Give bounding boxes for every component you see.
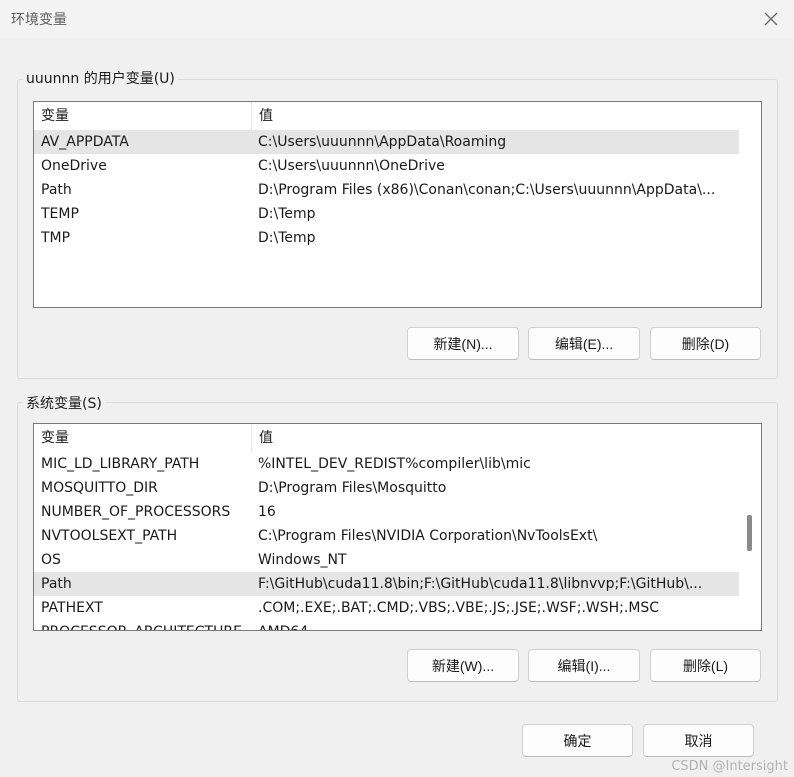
variable-name-cell: Path [41, 182, 72, 198]
variable-name-cell: NUMBER_OF_PROCESSORS [41, 504, 231, 520]
ok-button[interactable]: 确定 [522, 724, 633, 757]
variable-name-cell: OneDrive [41, 158, 107, 174]
variable-value-cell: Windows_NT [258, 552, 347, 568]
variable-value-cell: F:\GitHub\cuda11.8\bin;F:\GitHub\cuda11.… [258, 576, 703, 592]
title-bar: 环境变量 [0, 0, 794, 38]
variable-name-cell: OS [41, 552, 61, 568]
table-row[interactable]: Path F:\GitHub\cuda11.8\bin;F:\GitHub\cud… [34, 572, 739, 596]
variable-value-cell: C:\Program Files\NVIDIA Corporation\NvTo… [258, 528, 598, 544]
system-variables-legend: 系统变量(S) [23, 393, 105, 413]
system-delete-button[interactable]: 删除(L) [650, 649, 761, 682]
system-variables-list[interactable]: 变量 值 MIC_LD_LIBRARY_PATH %INTEL_DEV_REDIS… [33, 423, 762, 631]
system-new-button[interactable]: 新建(W)... [407, 649, 519, 682]
variable-name-cell: MIC_LD_LIBRARY_PATH [41, 456, 200, 472]
user-list-header: 变量 值 [34, 102, 761, 130]
variable-name-cell: TEMP [41, 206, 79, 222]
user-variables-legend: uuunnn 的用户变量(U) [23, 68, 178, 88]
close-icon [764, 12, 778, 26]
table-row[interactable]: TEMP D:\Temp [34, 202, 739, 226]
user-edit-button[interactable]: 编辑(E)... [528, 327, 640, 360]
column-header-variable[interactable]: 变量 [34, 102, 252, 130]
variable-value-cell: D:\Program Files\Mosquitto [258, 480, 447, 496]
table-row[interactable]: PATHEXT .COM;.EXE;.BAT;.CMD;.VBS;.VBE;.JS… [34, 596, 739, 620]
cancel-button[interactable]: 取消 [643, 724, 754, 757]
table-row[interactable]: NVTOOLSEXT_PATH C:\Program Files\NVIDIA C… [34, 524, 739, 548]
variable-name-cell: Path [41, 576, 72, 592]
variable-value-cell: AMD64 [258, 620, 733, 630]
system-list-scrollbar[interactable] [741, 424, 761, 630]
table-row[interactable]: AV_APPDATA C:\Users\uuunnn\AppData\Roamin… [34, 130, 739, 154]
variable-value-cell: C:\Users\uuunnn\OneDrive [258, 158, 445, 174]
variable-name-cell: PROCESSOR_ARCHITECTURE [41, 620, 246, 630]
table-row[interactable]: Path D:\Program Files (x86)\Conan\conan;C… [34, 178, 739, 202]
scrollbar-thumb[interactable] [747, 514, 752, 551]
user-new-button[interactable]: 新建(N)... [407, 327, 519, 360]
table-row[interactable]: OneDrive C:\Users\uuunnn\OneDrive [34, 154, 739, 178]
variable-value-cell: 16 [258, 504, 276, 520]
table-row[interactable]: MIC_LD_LIBRARY_PATH %INTEL_DEV_REDIST%com… [34, 452, 739, 476]
variable-value-cell: D:\Temp [258, 206, 316, 222]
variable-name-cell: PATHEXT [41, 600, 103, 616]
variable-name-cell: AV_APPDATA [41, 134, 129, 150]
user-variables-list[interactable]: 变量 值 AV_APPDATA C:\Users\uuunnn\AppData\R… [33, 101, 762, 308]
variable-name-cell: MOSQUITTO_DIR [41, 480, 158, 496]
variable-value-cell: %INTEL_DEV_REDIST%compiler\lib\mic [258, 456, 531, 472]
variable-value-cell: C:\Users\uuunnn\AppData\Roaming [258, 134, 507, 150]
window-title: 环境变量 [11, 12, 67, 28]
variable-value-cell: D:\Program Files (x86)\Conan\conan;C:\Us… [258, 182, 716, 198]
table-row[interactable]: OS Windows_NT [34, 548, 739, 572]
watermark: CSDN @Intersight [671, 759, 788, 774]
table-row[interactable]: MOSQUITTO_DIR D:\Program Files\Mosquitto [34, 476, 739, 500]
variable-name-cell: TMP [41, 230, 71, 246]
system-edit-button[interactable]: 编辑(I)... [528, 649, 640, 682]
column-header-value[interactable]: 值 [252, 102, 739, 130]
system-list-header: 变量 值 [34, 424, 761, 452]
table-row[interactable]: PROCESSOR_ARCHITECTURE AMD64 [34, 620, 739, 630]
user-delete-button[interactable]: 删除(D) [650, 327, 761, 360]
column-header-value[interactable]: 值 [252, 424, 739, 452]
variable-value-cell: D:\Temp [258, 230, 316, 246]
table-row[interactable]: TMP D:\Temp [34, 226, 739, 250]
close-button[interactable] [748, 0, 794, 38]
variable-name-cell: NVTOOLSEXT_PATH [41, 528, 178, 544]
variable-value-cell: .COM;.EXE;.BAT;.CMD;.VBS;.VBE;.JS;.JSE;.… [258, 600, 660, 616]
table-row[interactable]: NUMBER_OF_PROCESSORS 16 [34, 500, 739, 524]
column-header-variable[interactable]: 变量 [34, 424, 252, 452]
